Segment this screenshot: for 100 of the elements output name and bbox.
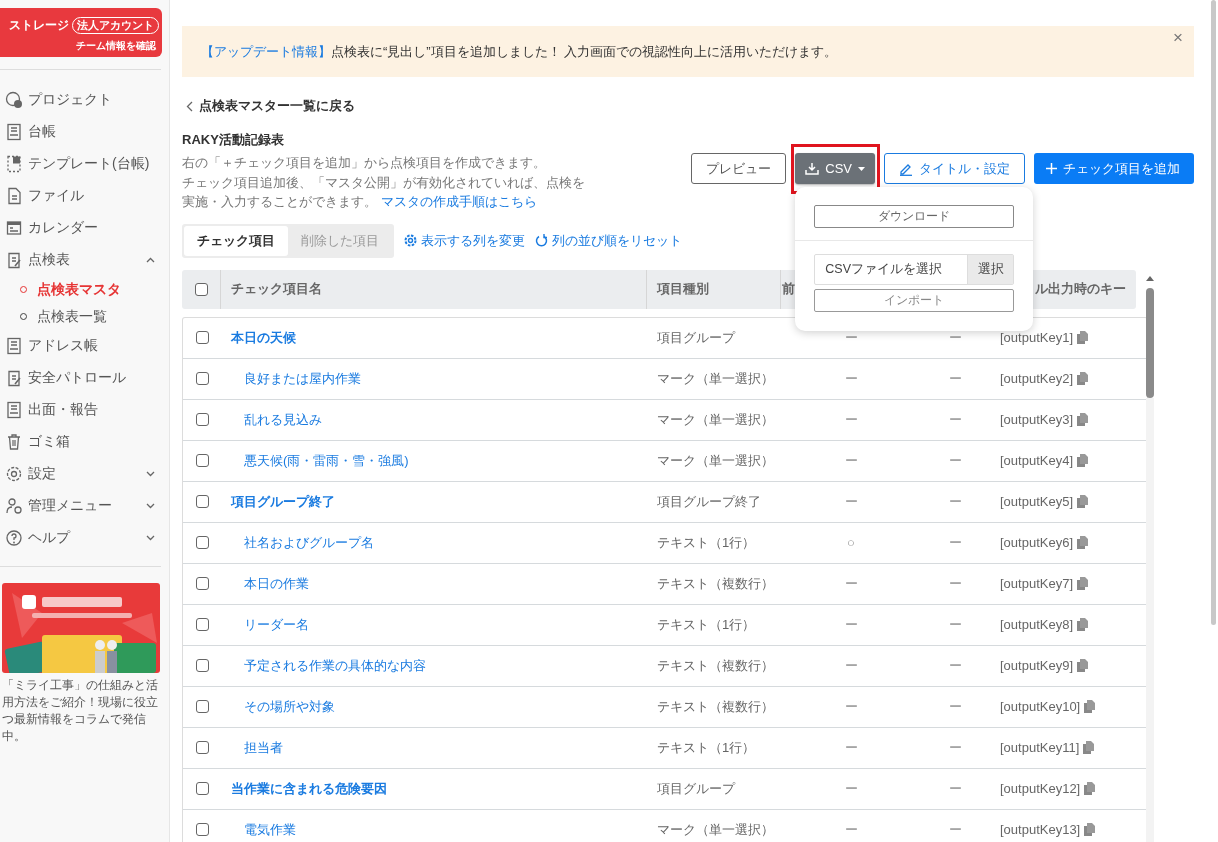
plus-icon [1046,163,1057,174]
item-name-link[interactable]: 本日の天候 [231,328,296,347]
row-checkbox[interactable] [195,372,209,385]
row-checkbox[interactable] [195,577,209,590]
sidebar-subitem[interactable]: 点検表一覧 [0,303,169,330]
column-settings-link[interactable]: 表示する列を変更 [404,231,525,250]
preview-button[interactable]: プレビュー [691,153,787,184]
notice-text: 【アップデート情報】点検表に“見出し”項目を追加しました！ 入力画面での視認性向上に活用いただけます。 [201,42,838,61]
row-checkbox[interactable] [195,659,209,672]
team-info-link[interactable]: チーム情報を確認 [76,39,156,53]
table-cell: ○ [847,535,855,550]
item-name-link[interactable]: 本日の作業 [231,574,309,593]
settings-icon [404,234,417,247]
sidebar-item[interactable]: 出面・報告 [0,394,169,426]
import-button[interactable]: インポート [814,289,1015,312]
account-card[interactable]: ストレージ 法人アカウント チーム情報を確認 [0,8,162,57]
copy-icon[interactable] [1084,700,1096,713]
table-cell: ー [844,656,858,675]
sidebar-item[interactable]: 台帳 [0,116,169,148]
row-checkbox[interactable] [195,495,209,508]
clipboard-icon [5,251,23,269]
item-name-link[interactable]: 社名およびグループ名 [231,533,374,552]
table-cell: ー [949,451,962,470]
table-cell: [outputKey3] [1000,412,1073,427]
column-header: チェック項目名 [231,280,322,298]
table-cell: [outputKey11] [1000,740,1080,755]
select-all-checkbox[interactable] [194,282,208,296]
table-cell: マーク（単一選択） [657,451,774,470]
settings-icon [5,465,23,483]
row-checkbox[interactable] [195,741,209,754]
table-cell: [outputKey1] [1000,330,1073,345]
copy-icon[interactable] [1077,454,1088,467]
sidebar-item[interactable]: テンプレート(台帳) [0,148,169,180]
item-name-link[interactable]: 電気作業 [231,820,296,839]
tab[interactable]: チェック項目 [184,225,288,256]
table-cell: [outputKey9] [1000,658,1073,673]
sidebar-item[interactable]: 管理メニュー [0,490,169,522]
copy-icon[interactable] [1077,618,1088,631]
table-cell: テキスト（1行） [657,533,756,552]
sidebar-item[interactable]: 設定 [0,458,169,490]
sidebar-item[interactable]: カレンダー [0,212,169,244]
table-cell: 項目グループ [657,328,735,347]
row-checkbox[interactable] [195,536,209,549]
reset-order-link[interactable]: 列の並び順をリセット [535,231,682,250]
column-header: 前 [782,280,795,298]
row-checkbox[interactable] [195,618,209,631]
item-name-link[interactable]: 担当者 [231,738,283,757]
csv-button[interactable]: CSV [795,153,875,184]
sidebar-item[interactable]: 安全パトロール [0,362,169,394]
copy-icon[interactable] [1083,741,1095,754]
table-cell: マーク（単一選択） [657,410,774,429]
close-button[interactable]: × [1167,27,1189,49]
add-item-button[interactable]: チェック項目を追加 [1034,153,1194,184]
table-cell: ー [844,574,858,593]
copy-icon[interactable] [1077,536,1088,549]
sidebar-item[interactable]: プロジェクト [0,84,169,116]
title-settings-button[interactable]: タイトル・設定 [884,153,1025,184]
copy-icon[interactable] [1084,782,1096,795]
item-name-link[interactable]: 乱れる見込み [231,410,322,429]
item-name-link[interactable]: 悪天候(雨・雷雨・雪・強風) [231,451,409,470]
item-name-link[interactable]: リーダー名 [231,615,309,634]
table-cell: テキスト（複数行） [657,656,774,675]
help-link[interactable]: マスタの作成手順はこちら [380,194,537,209]
user-icon [5,497,23,515]
table-cell: ー [844,328,858,347]
row-checkbox[interactable] [195,782,209,795]
item-name-link[interactable]: 予定される作業の具体的な内容 [231,656,426,675]
sidebar-item[interactable]: 点検表 [0,244,169,276]
copy-icon[interactable] [1077,495,1088,508]
item-name-link[interactable]: 当作業に含まれる危険要因 [231,779,387,798]
row-checkbox[interactable] [195,823,209,836]
row-checkbox[interactable] [195,700,209,713]
sidebar-item[interactable]: アドレス帳 [0,330,169,362]
copy-icon[interactable] [1084,823,1096,836]
table-cell: ー [949,369,962,388]
download-button[interactable]: ダウンロード [814,205,1015,228]
copy-icon[interactable] [1077,577,1088,590]
document-icon [5,401,23,419]
sidebar-item[interactable]: ファイル [0,180,169,212]
item-name-link[interactable]: 項目グループ終了 [231,492,335,511]
sidebar-item[interactable]: ゴミ箱 [0,426,169,458]
copy-icon[interactable] [1077,331,1088,344]
caret-icon [858,166,865,171]
back-link[interactable]: 点検表マスター一覧に戻る [186,97,1194,115]
scrollbar[interactable] [1211,0,1216,625]
table-cell: ー [844,369,858,388]
sidebar-item[interactable]: ヘルプ [0,522,169,554]
copy-icon[interactable] [1077,372,1088,385]
row-checkbox[interactable] [195,331,209,344]
table-cell: [outputKey12] [1000,781,1081,796]
item-name-link[interactable]: その場所や対象 [231,697,335,716]
copy-icon[interactable] [1077,659,1088,672]
row-checkbox[interactable] [195,413,209,426]
sidebar-subitem[interactable]: 点検表マスタ [0,276,169,303]
item-name-link[interactable]: 良好または屋内作業 [231,369,361,388]
table-cell: 項目グループ [657,779,735,798]
tab[interactable]: 削除した項目 [288,225,392,256]
table-cell: ー [949,656,962,675]
copy-icon[interactable] [1077,413,1088,426]
row-checkbox[interactable] [195,454,209,467]
